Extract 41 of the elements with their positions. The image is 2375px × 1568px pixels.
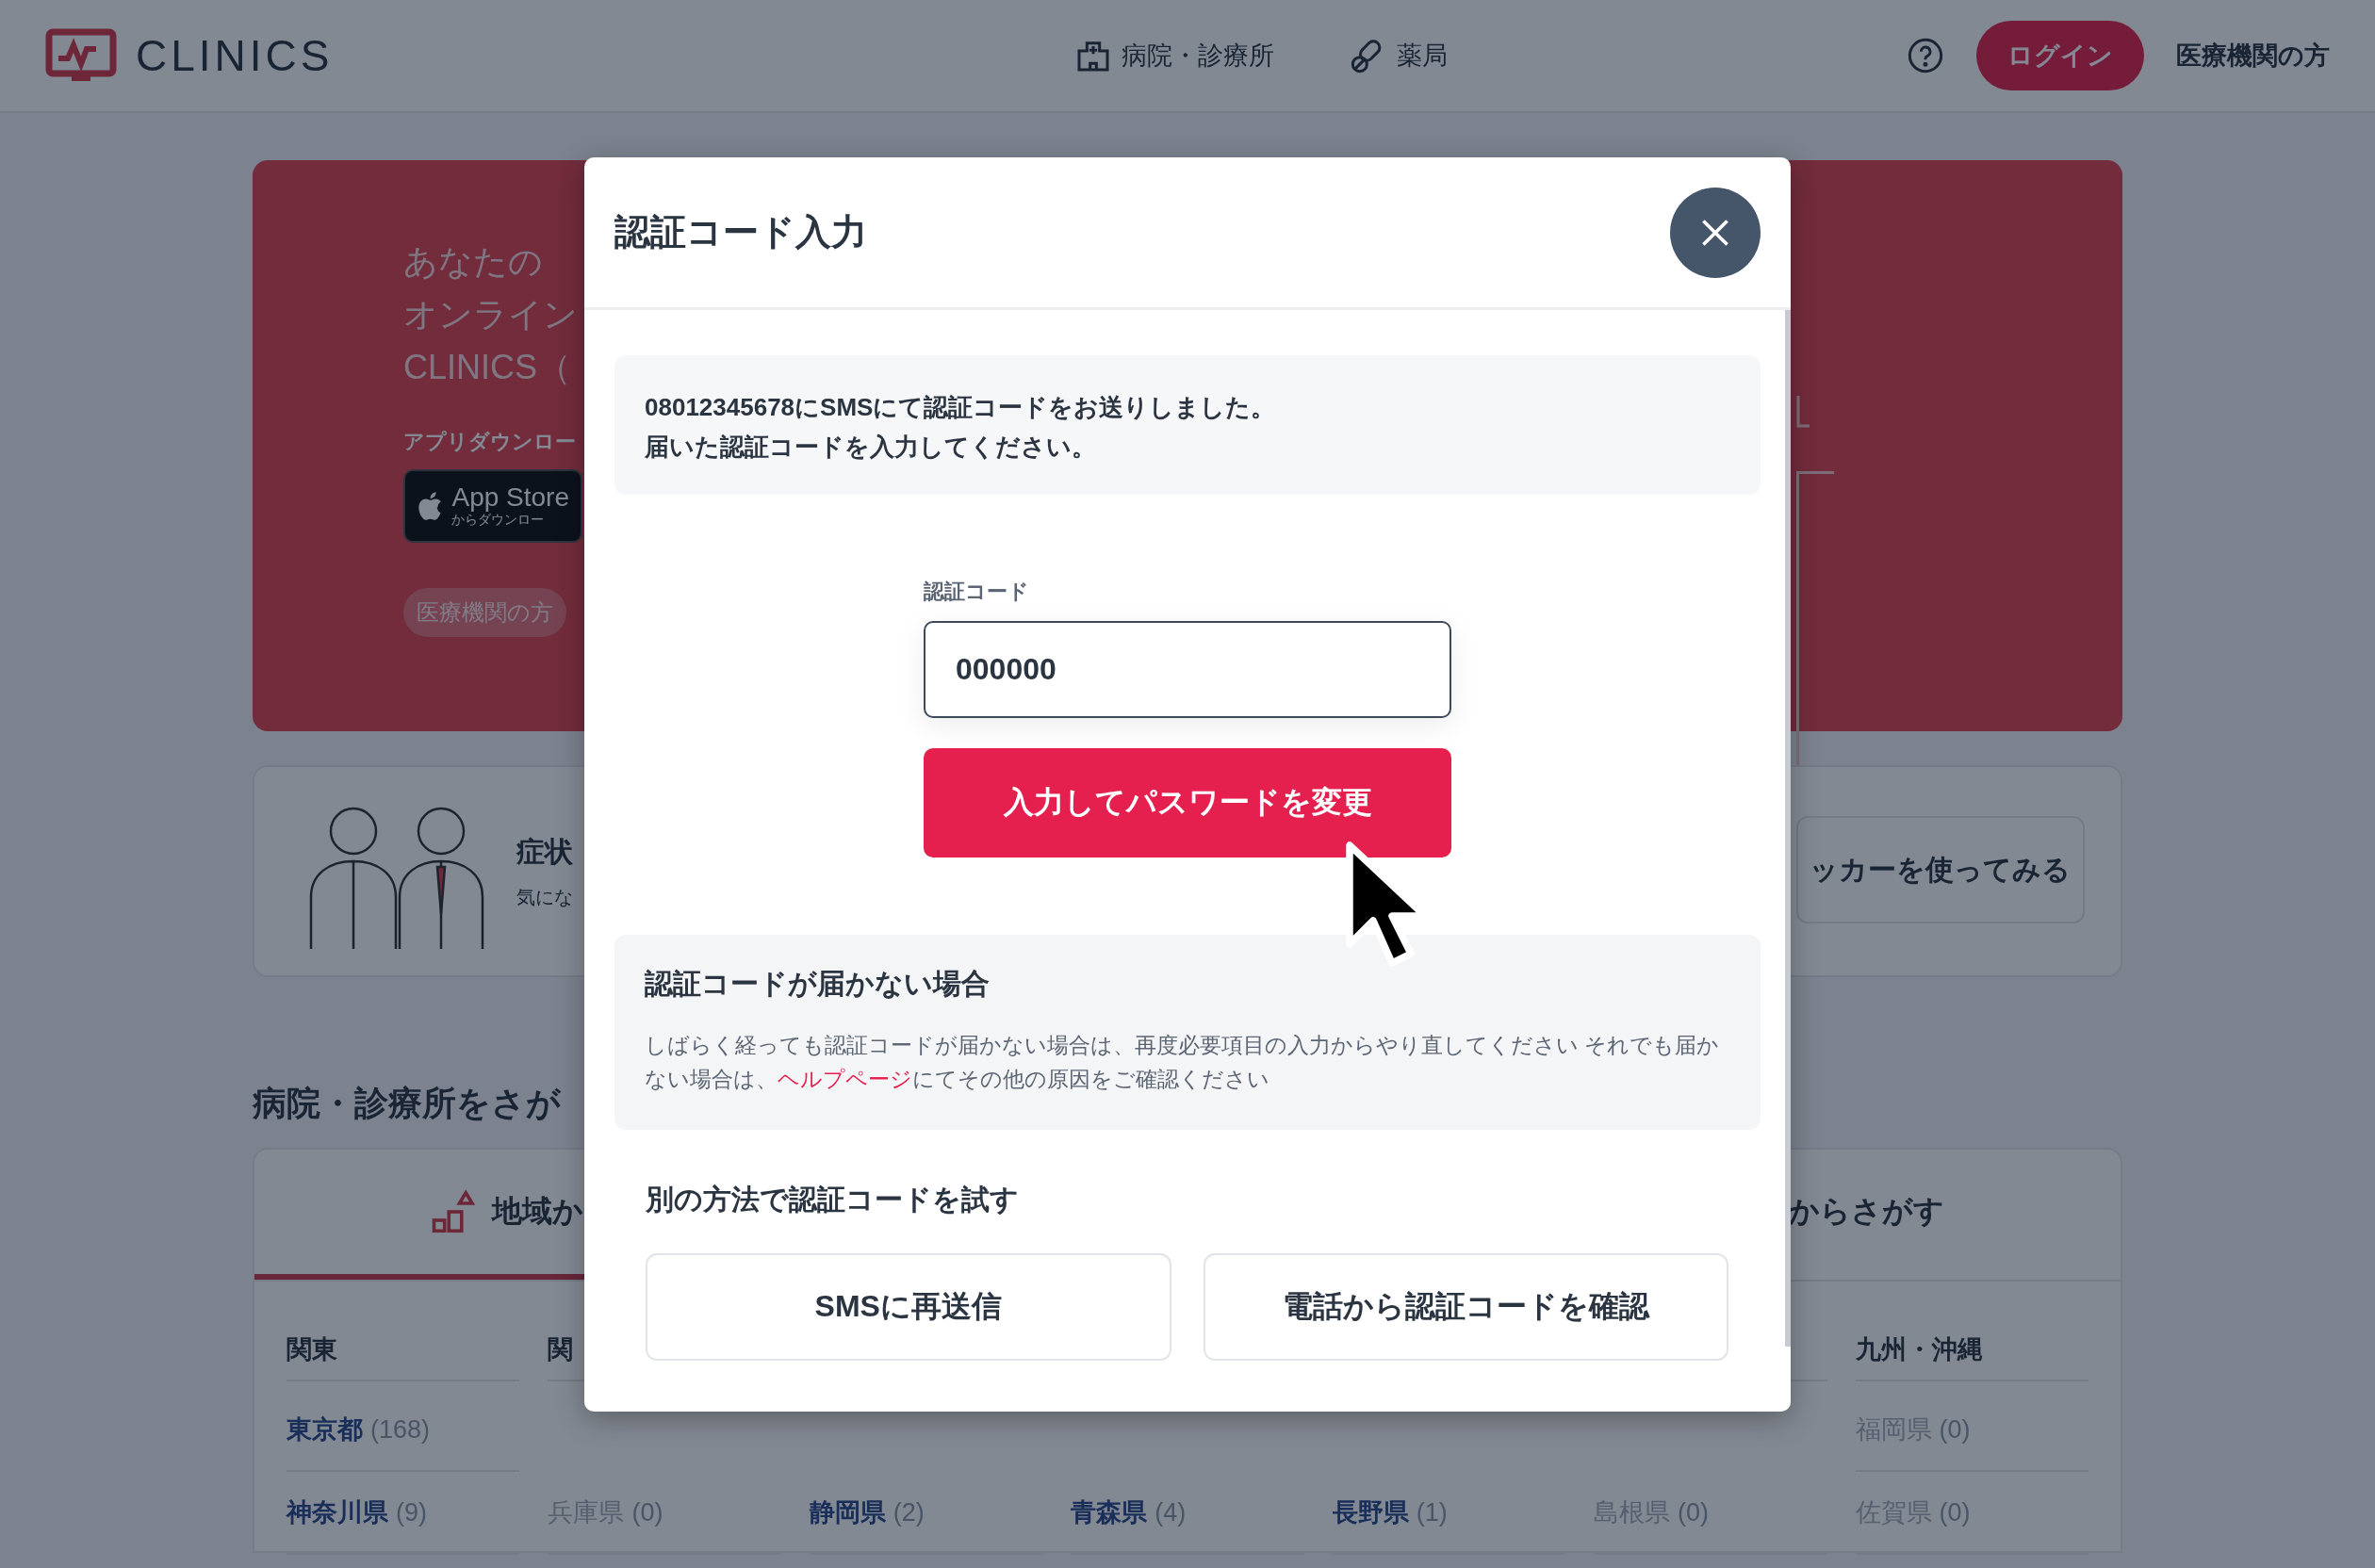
nav-link[interactable]: 病院・診療所 bbox=[1074, 37, 1275, 74]
help-icon[interactable] bbox=[1907, 37, 1944, 74]
code-input-field[interactable]: 000000 bbox=[924, 621, 1451, 718]
institutions-link[interactable]: 医療機関の方 bbox=[2176, 39, 2330, 73]
logo-text: CLINICS bbox=[136, 30, 334, 81]
alternatives-title: 別の方法で認証コードを試す bbox=[646, 1183, 1019, 1217]
app-store-subtitle: からダウンロー bbox=[451, 512, 546, 529]
submit-button[interactable]: 入力してパスワードを変更 bbox=[924, 748, 1451, 858]
hero-text: オンライン bbox=[403, 294, 578, 335]
prefecture-link[interactable]: 東京都 (168) bbox=[287, 1389, 520, 1472]
help-title: 認証コードが届かない場合 bbox=[645, 967, 990, 1001]
login-button[interactable]: ログイン bbox=[1976, 21, 2144, 90]
hero-text: あなたの bbox=[403, 241, 543, 283]
card-subtitle: 気にな bbox=[516, 885, 573, 909]
message-text: 08012345678にSMSにて認証コードをお送りしました。 bbox=[645, 392, 1276, 423]
scrollbar[interactable] bbox=[1785, 310, 1791, 1347]
card-title: 症状 bbox=[516, 834, 573, 869]
prefecture-link[interactable]: 青森県 (4) bbox=[1071, 1472, 1304, 1555]
prefecture-link[interactable]: 長野県 (1) bbox=[1332, 1472, 1566, 1555]
alternative-button[interactable]: 電話から認証コードを確認 bbox=[1203, 1253, 1728, 1361]
region-heading: 関東 bbox=[287, 1334, 337, 1365]
dialog-title: 認証コード入力 bbox=[614, 211, 867, 253]
download-label: アプリダウンロー bbox=[403, 429, 576, 455]
prefecture-link[interactable]: 神奈川県 (9) bbox=[287, 1472, 520, 1555]
region-heading: 関 bbox=[548, 1334, 574, 1365]
nav-link[interactable]: 薬局 bbox=[1350, 37, 1449, 74]
alternative-button[interactable]: SMSに再送信 bbox=[646, 1253, 1171, 1361]
help-text: しばらく経っても認証コードが届かない場合は、再度必要項目の入力からやり直してください それでも届かない場合は、ヘルプページ にてその他の原因をご確認ください bbox=[645, 1032, 1721, 1093]
app-store-badge[interactable]: App Store からダウンロー bbox=[403, 469, 582, 543]
logo-icon bbox=[45, 28, 117, 83]
help-link[interactable]: ヘルプページ bbox=[778, 1067, 912, 1091]
hero-text: CLINICS（ bbox=[403, 347, 572, 388]
app-store-title: App Store bbox=[451, 483, 569, 512]
symptom-checker-button[interactable]: ッカーを使ってみる bbox=[1796, 816, 2085, 923]
field-label: 認証コード bbox=[924, 579, 1029, 605]
region-heading: 九州・沖縄 bbox=[1855, 1334, 1983, 1365]
prefecture-link[interactable]: 静岡県 (2) bbox=[809, 1472, 1043, 1555]
building-drawing bbox=[1796, 396, 1811, 428]
section-title: 病院・診療所をさが bbox=[253, 1083, 561, 1124]
search-tab[interactable]: からさがす bbox=[1789, 1150, 1944, 1280]
message-text: 届いた認証コードを入力してください。 bbox=[645, 432, 1096, 463]
